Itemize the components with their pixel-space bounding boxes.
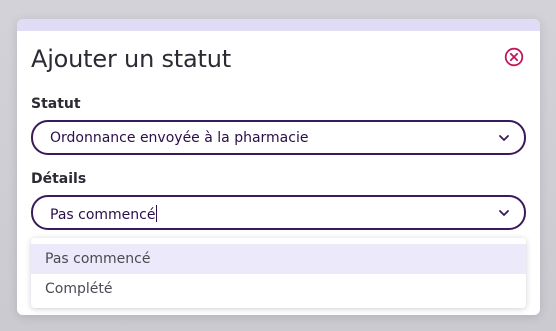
- chevron-down-icon: [499, 210, 509, 216]
- details-label: Détails: [31, 171, 87, 187]
- dropdown-option-complete[interactable]: Complété: [31, 274, 526, 304]
- details-value-text: Pas commencé: [50, 207, 156, 223]
- add-status-dialog: Ajouter un statut Statut Ordonnance envo…: [17, 19, 540, 315]
- close-button[interactable]: [504, 47, 524, 67]
- close-circle-icon: [504, 47, 524, 67]
- details-select-value: Pas commencé: [50, 205, 158, 223]
- status-select-value: Ordonnance envoyée à la pharmacie: [50, 130, 309, 146]
- dropdown-option-pas-commence[interactable]: Pas commencé: [31, 244, 526, 274]
- details-select[interactable]: Pas commencé: [31, 195, 526, 230]
- chevron-down-icon: [499, 135, 509, 141]
- details-dropdown-menu: Pas commencé Complété: [31, 238, 526, 308]
- dialog-title: Ajouter un statut: [31, 45, 231, 73]
- status-label: Statut: [31, 96, 81, 112]
- status-select[interactable]: Ordonnance envoyée à la pharmacie: [31, 120, 526, 155]
- modal-top-bar: [17, 19, 540, 31]
- text-cursor: [156, 205, 158, 222]
